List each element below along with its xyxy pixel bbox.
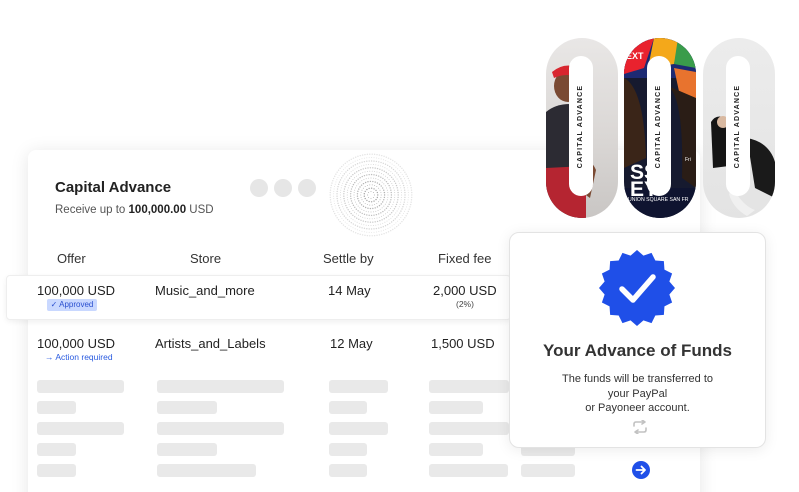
card-title: Capital Advance bbox=[55, 179, 172, 196]
funds-card-description: The funds will be transferred to your Pa… bbox=[561, 373, 714, 414]
approved-badge: ✓ Approved bbox=[47, 299, 97, 311]
window-dot bbox=[250, 179, 268, 197]
window-controls bbox=[250, 179, 316, 197]
column-header-store: Store bbox=[190, 251, 222, 266]
store-name: Artists_and_Labels bbox=[155, 336, 266, 351]
poster-text-small: Fri bbox=[685, 157, 691, 163]
fixed-fee: 1,500 USD bbox=[431, 336, 495, 351]
card-subtitle: Receive up to 100,000.00 USD bbox=[55, 204, 214, 216]
pill-label: CAPITAL ADVANCE bbox=[734, 84, 742, 168]
halftone-decoration bbox=[329, 153, 413, 237]
settle-date: 14 May bbox=[328, 283, 371, 298]
funds-card-title: Your Advance of Funds bbox=[543, 341, 732, 360]
pill-label: CAPITAL ADVANCE bbox=[577, 84, 585, 168]
window-dot bbox=[274, 179, 292, 197]
settle-date: 12 May bbox=[330, 336, 373, 351]
store-name: Music_and_more bbox=[155, 283, 255, 298]
column-header-offer: Offer bbox=[57, 251, 86, 266]
column-header-fixed-fee: Fixed fee bbox=[438, 251, 492, 266]
verified-badge-icon bbox=[599, 250, 675, 326]
offer-amount: 100,000 USD bbox=[37, 336, 116, 351]
promo-pill: CAPITAL ADVANCE bbox=[546, 38, 618, 218]
arrow-right-circle-icon[interactable] bbox=[632, 461, 650, 479]
action-required-link[interactable]: → Action required bbox=[45, 352, 113, 362]
promo-pill: CAPITAL ADVANCE bbox=[703, 38, 775, 218]
window-dot bbox=[298, 179, 316, 197]
repeat-icon[interactable] bbox=[631, 420, 649, 434]
fee-percent: (2%) bbox=[456, 299, 474, 309]
pill-label: CAPITAL ADVANCE bbox=[655, 84, 663, 168]
column-header-settle-by: Settle by bbox=[323, 251, 374, 266]
fixed-fee: 2,000 USD bbox=[433, 283, 497, 298]
promo-pill: EXT Fri SS EY UNION SQUARE SAN FR CAPITA… bbox=[624, 38, 696, 218]
offer-amount: 100,000 USD bbox=[37, 283, 116, 298]
poster-text-top: EXT bbox=[626, 51, 644, 61]
poster-text-bottom: UNION SQUARE SAN FR bbox=[628, 197, 689, 203]
